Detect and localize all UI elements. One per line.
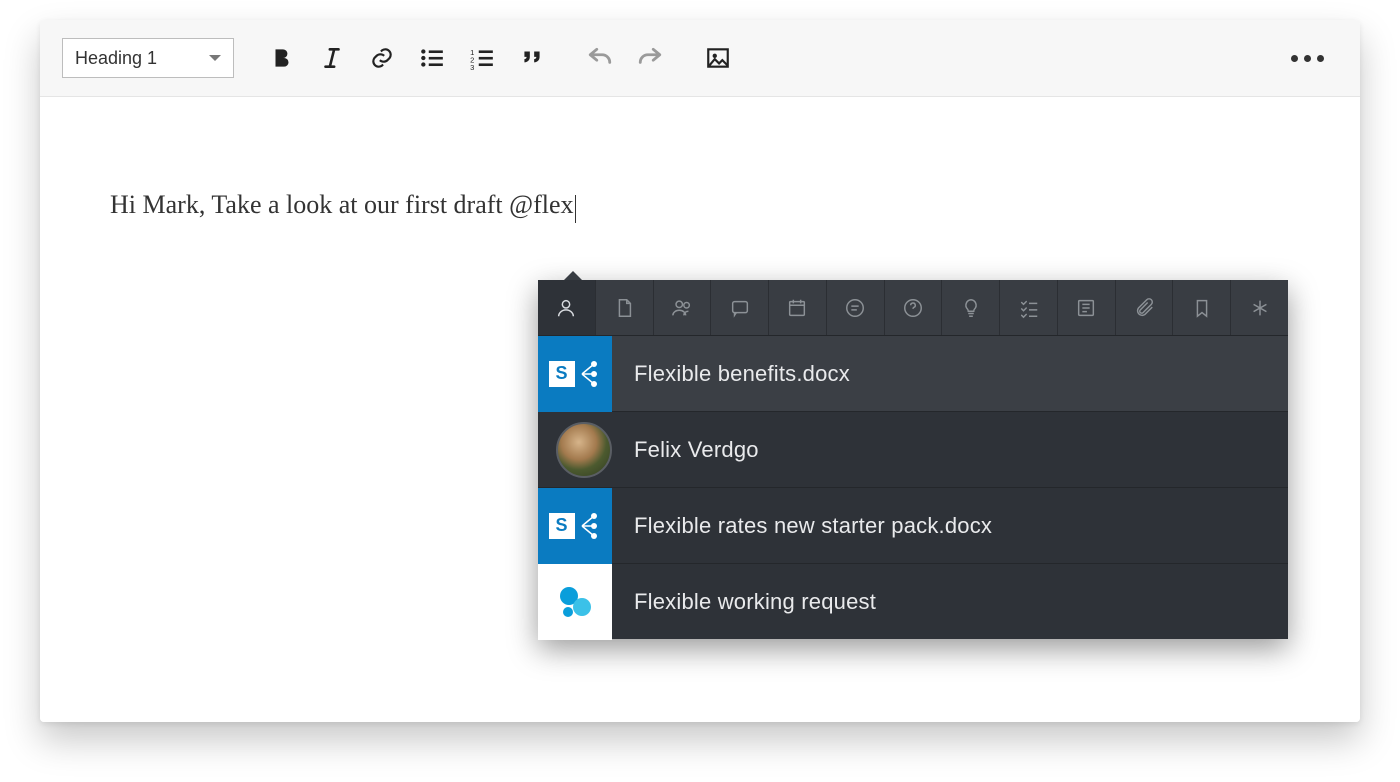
- more-options-button[interactable]: [1291, 55, 1338, 62]
- tab-calendar[interactable]: [769, 280, 827, 335]
- tab-asterisk[interactable]: [1231, 280, 1288, 335]
- generic-doc-icon: [538, 564, 612, 640]
- people-group-icon: [671, 297, 693, 319]
- article-icon: [1075, 297, 1097, 319]
- bullet-list-icon: [419, 45, 445, 71]
- mention-result-label: Felix Verdgo: [634, 437, 759, 463]
- quote-icon: [519, 45, 545, 71]
- tab-chat[interactable]: [711, 280, 769, 335]
- tab-help[interactable]: [885, 280, 943, 335]
- chevron-down-icon: [209, 55, 221, 61]
- tab-task-list[interactable]: [1000, 280, 1058, 335]
- dot-icon: [1291, 55, 1298, 62]
- text-circle-icon: [844, 297, 866, 319]
- bold-icon: [269, 45, 295, 71]
- tab-lightbulb[interactable]: [942, 280, 1000, 335]
- avatar-icon: [556, 422, 612, 478]
- document-icon: [613, 297, 635, 319]
- person-icon: [555, 297, 577, 319]
- image-icon: [705, 45, 731, 71]
- tab-text-circle[interactable]: [827, 280, 885, 335]
- help-icon: [902, 297, 924, 319]
- mention-filter-tabs: [538, 280, 1288, 335]
- bold-button[interactable]: [262, 38, 302, 78]
- italic-icon: [319, 45, 345, 71]
- calendar-icon: [786, 297, 808, 319]
- editor-content: Hi Mark, Take a look at our first draft …: [110, 190, 574, 219]
- tab-people-group[interactable]: [654, 280, 712, 335]
- dot-icon: [1317, 55, 1324, 62]
- redo-icon: [637, 45, 663, 71]
- italic-button[interactable]: [312, 38, 352, 78]
- chat-icon: [729, 297, 751, 319]
- redo-button[interactable]: [630, 38, 670, 78]
- numbered-list-button[interactable]: 1 2 3: [462, 38, 502, 78]
- sharepoint-icon: S: [538, 336, 612, 412]
- bullet-list-button[interactable]: [412, 38, 452, 78]
- bookmark-icon: [1191, 297, 1213, 319]
- tab-person[interactable]: [538, 280, 596, 335]
- image-button[interactable]: [698, 38, 738, 78]
- undo-button[interactable]: [580, 38, 620, 78]
- task-list-icon: [1018, 297, 1040, 319]
- formatting-toolbar: Heading 1 1 2 3: [40, 20, 1360, 97]
- svg-text:3: 3: [470, 63, 474, 71]
- mention-result-label: Flexible benefits.docx: [634, 361, 850, 387]
- editor-window: Heading 1 1 2 3: [40, 20, 1360, 722]
- heading-style-label: Heading 1: [75, 48, 157, 69]
- mention-results-list: S Flexible benefits.docx Felix Verdgo: [538, 335, 1288, 639]
- mention-result-label: Flexible working request: [634, 589, 876, 615]
- tab-attachment[interactable]: [1116, 280, 1174, 335]
- heading-style-dropdown[interactable]: Heading 1: [62, 38, 234, 78]
- link-icon: [369, 45, 395, 71]
- tab-document[interactable]: [596, 280, 654, 335]
- lightbulb-icon: [960, 297, 982, 319]
- quote-button[interactable]: [512, 38, 552, 78]
- undo-icon: [587, 45, 613, 71]
- mention-result-label: Flexible rates new starter pack.docx: [634, 513, 992, 539]
- mention-result-item[interactable]: Felix Verdgo: [538, 411, 1288, 487]
- tab-bookmark[interactable]: [1173, 280, 1231, 335]
- link-button[interactable]: [362, 38, 402, 78]
- attachment-icon: [1133, 297, 1155, 319]
- mention-result-item[interactable]: S Flexible rates new starter pack.docx: [538, 487, 1288, 563]
- dot-icon: [1304, 55, 1311, 62]
- mention-result-item[interactable]: S Flexible benefits.docx: [538, 335, 1288, 411]
- mention-autocomplete-popup: S Flexible benefits.docx Felix Verdgo: [538, 280, 1288, 639]
- mention-result-item[interactable]: Flexible working request: [538, 563, 1288, 639]
- text-cursor: [575, 195, 576, 223]
- asterisk-icon: [1249, 297, 1271, 319]
- tab-article[interactable]: [1058, 280, 1116, 335]
- sharepoint-icon: S: [538, 488, 612, 564]
- numbered-list-icon: 1 2 3: [469, 45, 495, 71]
